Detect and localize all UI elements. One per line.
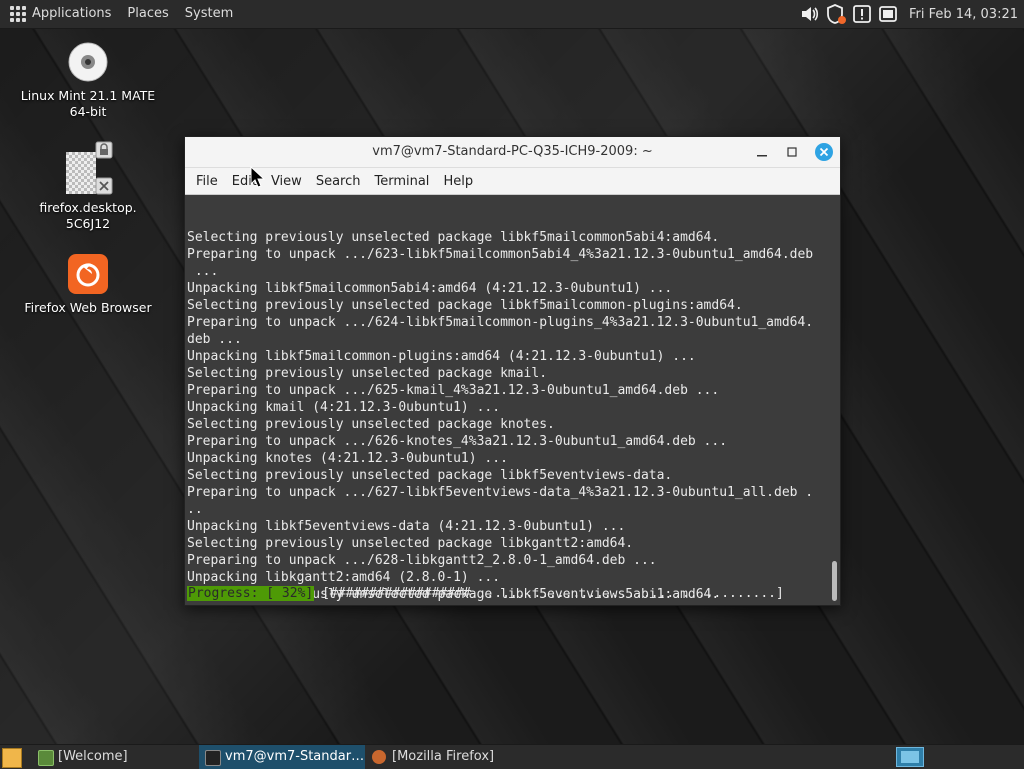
terminal-line: Preparing to unpack .../628-libkgantt2_2… (187, 553, 657, 568)
terminal-line: Preparing to unpack .../623-libkf5mailco… (187, 247, 814, 262)
terminal-line: Unpacking libkf5eventviews-data (4:21.12… (187, 519, 626, 534)
terminal-scrollbar[interactable] (828, 195, 840, 605)
menu-terminal[interactable]: Terminal (367, 174, 436, 189)
clock[interactable]: Fri Feb 14, 03:21 (901, 7, 1024, 22)
top-panel: Applications Places System Fri Feb 14, 0… (0, 0, 1024, 29)
terminal-line: Preparing to unpack .../626-knotes_4%3a2… (187, 434, 728, 449)
terminal-line: Unpacking libkf5mailcommon5abi4:amd64 (4… (187, 281, 673, 296)
desktop-icon-label: firefox.desktop. 5C6J12 (39, 200, 137, 231)
untrusted-launcher-icon (60, 140, 116, 196)
volume-icon[interactable] (799, 3, 821, 25)
terminal-line: .. (187, 502, 203, 517)
show-desktop-button[interactable] (2, 748, 22, 768)
terminal-line: Selecting previously unselected package … (187, 298, 743, 313)
menu-search[interactable]: Search (309, 174, 368, 189)
close-button[interactable] (814, 142, 834, 162)
desktop-icon-firefox-desktop-file[interactable]: firefox.desktop. 5C6J12 (18, 140, 158, 232)
terminal-line: Selecting previously unselected package … (187, 536, 634, 551)
terminal-line: Selecting previously unselected package … (187, 417, 555, 432)
terminal-window[interactable]: vm7@vm7-Standard-PC-Q35-ICH9-2009: ~ Fil… (184, 136, 841, 606)
scrollbar-thumb[interactable] (832, 561, 837, 601)
task-terminal[interactable]: vm7@vm7-Standar… (199, 745, 365, 769)
menu-file[interactable]: File (189, 174, 225, 189)
window-title: vm7@vm7-Standard-PC-Q35-ICH9-2009: ~ (372, 144, 653, 159)
task-label: [Mozilla Firefox] (392, 749, 495, 764)
workspace-switcher[interactable] (896, 747, 924, 767)
terminal-line: deb ... (187, 332, 242, 347)
window-titlebar[interactable]: vm7@vm7-Standard-PC-Q35-ICH9-2009: ~ (185, 137, 840, 168)
desktop-icon-linux-mint[interactable]: Linux Mint 21.1 MATE 64-bit (18, 42, 158, 120)
menu-view[interactable]: View (264, 174, 309, 189)
desktop-icon-label: Firefox Web Browser (24, 300, 152, 315)
display-icon[interactable] (877, 3, 899, 25)
system-menu[interactable]: System (177, 0, 241, 28)
mint-welcome-icon (38, 750, 54, 766)
terminal-output[interactable]: Selecting previously unselected package … (185, 195, 829, 605)
firefox-icon (372, 750, 386, 764)
terminal-line: Selecting previously unselected package … (187, 366, 548, 381)
terminal-line: ... (187, 264, 219, 279)
mouse-pointer-icon (250, 165, 266, 188)
firefox-icon (68, 254, 108, 294)
disc-icon (68, 42, 108, 82)
terminal-lines: Selecting previously unselected package … (187, 229, 829, 603)
terminal-line: Unpacking libkf5mailcommon-plugins:amd64… (187, 349, 696, 364)
terminal-line: Selecting previously unselected package … (187, 468, 673, 483)
places-menu[interactable]: Places (119, 0, 176, 28)
bottom-panel: [Welcome] vm7@vm7-Standar… [Mozilla Fire… (0, 744, 1024, 769)
desktop-icon-label: Linux Mint 21.1 MATE 64-bit (20, 88, 156, 119)
progress-line: Progress: [ 32%] [##################....… (187, 585, 784, 603)
task-welcome[interactable]: [Welcome] (32, 745, 198, 769)
minimize-button[interactable] (753, 143, 771, 161)
terminal-line: Preparing to unpack .../627-libkf5eventv… (187, 485, 814, 500)
terminal-line: Unpacking libkgantt2:amd64 (2.8.0-1) ... (187, 570, 501, 585)
task-label: [Welcome] (58, 749, 128, 764)
update-shield-icon[interactable] (825, 3, 847, 25)
terminal-line: Preparing to unpack .../625-kmail_4%3a21… (187, 383, 720, 398)
progress-bar: [##################.....................… (322, 586, 784, 601)
progress-label: Progress: [ 32%] (187, 586, 315, 601)
applications-menu[interactable]: Applications (32, 0, 119, 28)
menu-help[interactable]: Help (436, 174, 480, 189)
terminal-line: Selecting previously unselected package … (187, 230, 720, 245)
notification-icon[interactable] (851, 3, 873, 25)
desktop-icon-firefox[interactable]: Firefox Web Browser (18, 254, 158, 316)
maximize-button[interactable] (783, 143, 801, 161)
task-label: vm7@vm7-Standar… (225, 749, 365, 764)
terminal-line: Unpacking kmail (4:21.12.3-0ubuntu1) ... (187, 400, 501, 415)
applications-grid-icon[interactable] (10, 6, 26, 22)
task-firefox[interactable]: [Mozilla Firefox] (366, 745, 532, 769)
terminal-icon (205, 750, 221, 766)
terminal-menubar: File Edit View Search Terminal Help (185, 168, 840, 195)
terminal-line: Unpacking knotes (4:21.12.3-0ubuntu1) ..… (187, 451, 508, 466)
system-tray: Fri Feb 14, 03:21 (797, 0, 1024, 28)
terminal-line: Preparing to unpack .../624-libkf5mailco… (187, 315, 814, 330)
